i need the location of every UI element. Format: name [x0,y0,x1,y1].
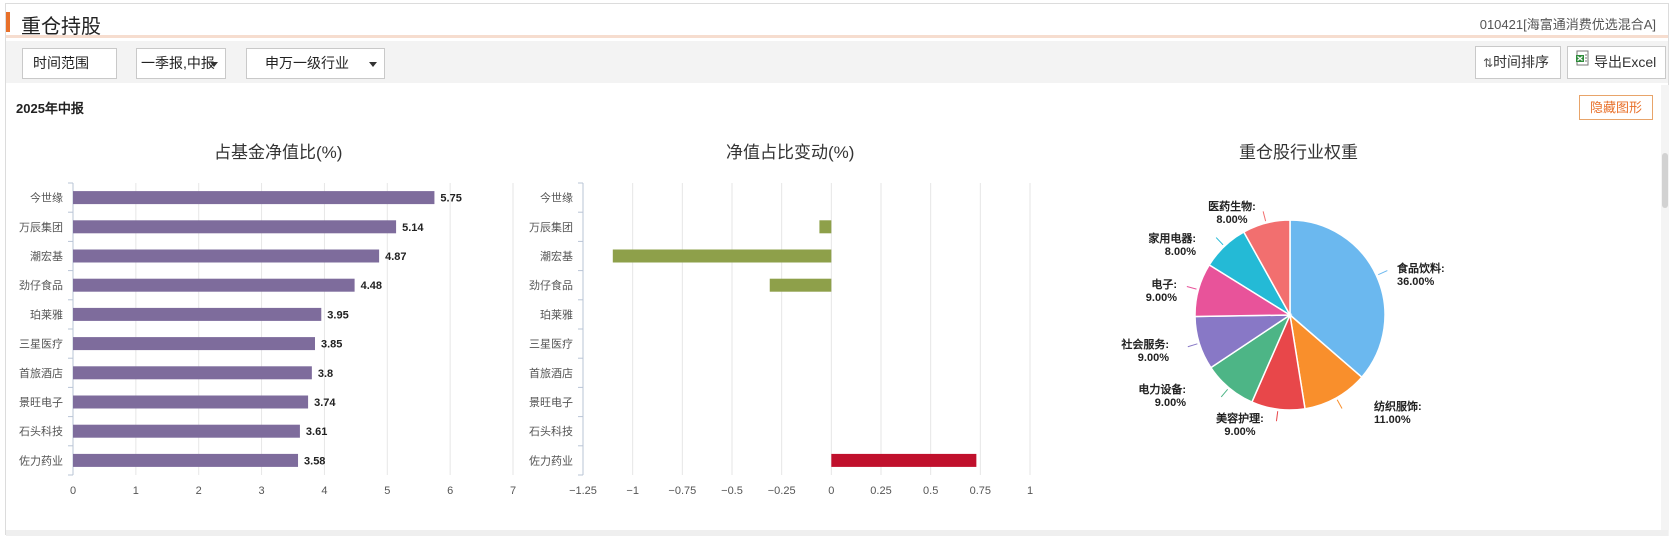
nav-ratio-bar [73,395,309,409]
nav-ratio-bar [73,191,435,205]
nav-ratio-xtick-label: 3 [259,485,265,497]
pie-slice-value: 9.00% [1146,292,1177,304]
nav-change-category-label: 今世缘 [540,191,573,205]
nav-change-xtick-label: 0.25 [870,485,891,497]
pie-leader-line [1262,211,1267,222]
nav-ratio-value-label: 5.14 [402,222,424,234]
pie-slice-value: 9.00% [1138,352,1169,364]
nav-change-bar [831,453,977,467]
nav-ratio-value-label: 3.85 [321,339,342,351]
nav-change-xtick-label: −1.25 [569,485,597,497]
nav-ratio-category-label: 三星医疗 [19,337,63,351]
nav-ratio-bar [73,307,322,321]
nav-ratio-xtick-label: 4 [321,485,327,497]
nav-ratio-bar [73,249,380,263]
nav-change-xtick-label: 0.75 [970,485,991,497]
nav-change-category-label: 珀莱雅 [540,307,573,321]
pie-slice-value: 8.00% [1216,214,1247,226]
pie-leader-line [1275,411,1279,422]
nav-ratio-xtick-label: 0 [70,485,76,497]
charts-canvas: 0 1 2 3 4 5 6 7 今世缘 5.75 万辰集团 5.14 潮宏基 4.87 劲仔食品 4.48 珀莱… [19,182,1445,497]
nav-change-xtick-label: 1 [1027,485,1033,497]
pie-slice-label: 社会服务: [1120,337,1169,351]
nav-change-category-label: 潮宏基 [540,249,573,263]
pie-slice-label: 电力设备: [1138,382,1186,396]
nav-ratio-category-label: 佐力药业 [19,453,63,467]
nav-change-xtick-label: 0 [828,485,834,497]
nav-ratio-category-label: 万辰集团 [19,220,63,234]
nav-ratio-value-label: 3.8 [318,368,333,380]
nav-ratio-value-label: 5.75 [440,193,461,205]
nav-ratio-xtick-label: 7 [510,485,516,497]
pie-leader-line [1220,388,1229,398]
nav-change-bar [769,278,832,292]
nav-change-xtick-label: −1 [626,485,639,497]
pie-slice-value: 9.00% [1155,397,1186,409]
nav-change-xtick-label: −0.25 [768,485,796,497]
pie-slice-value: 9.00% [1224,426,1255,438]
pie-slice-label: 食品饮料: [1397,261,1445,275]
nav-ratio-category-label: 今世缘 [30,191,63,205]
nav-ratio-category-label: 珀莱雅 [30,307,63,321]
nav-change-category-label: 三星医疗 [529,337,573,351]
pie-leader-line [1187,343,1198,348]
nav-ratio-xtick-label: 5 [384,485,390,497]
nav-change-bar [612,249,832,263]
nav-ratio-value-label: 3.61 [306,426,327,438]
nav-ratio-value-label: 3.95 [327,309,348,321]
nav-change-category-label: 首旅酒店 [529,366,573,380]
pie-leader-line [1215,237,1224,246]
pie-leader-line [1378,270,1388,276]
pie-slice-label: 纺织服饰: [1374,399,1422,413]
nav-ratio-bar [73,278,355,292]
nav-ratio-xtick-label: 1 [133,485,139,497]
pie-leader-line [1336,399,1343,409]
nav-change-category-label: 劲仔食品 [529,278,573,292]
pie-slice-label: 医药生物: [1208,199,1256,213]
nav-change-category-label: 景旺电子 [529,396,573,409]
nav-ratio-bar [73,424,300,438]
nav-ratio-value-label: 4.87 [385,251,406,263]
nav-ratio-value-label: 3.58 [304,455,325,467]
nav-ratio-category-label: 景旺电子 [19,396,63,409]
nav-change-xtick-label: −0.5 [721,485,743,497]
nav-ratio-bar [73,453,299,467]
nav-ratio-bar [73,366,312,380]
pie-leader-line [1186,286,1197,290]
nav-ratio-xtick-label: 2 [196,485,202,497]
nav-ratio-xtick-label: 6 [447,485,453,497]
nav-change-xtick-label: 0.5 [923,485,938,497]
nav-change-category-label: 万辰集团 [529,220,573,234]
nav-ratio-category-label: 潮宏基 [30,249,63,263]
nav-ratio-category-label: 劲仔食品 [19,278,63,292]
nav-ratio-value-label: 4.48 [361,280,382,292]
pie-slice-value: 11.00% [1374,414,1411,426]
nav-ratio-category-label: 石头科技 [19,424,63,438]
pie-slice-label: 家用电器: [1148,231,1196,245]
nav-change-xtick-label: −0.75 [668,485,696,497]
nav-ratio-value-label: 3.74 [314,397,336,409]
pie-slice-value: 36.00% [1397,276,1435,288]
nav-ratio-bar [73,220,397,234]
nav-change-bar [819,220,832,234]
pie-slice-value: 8.00% [1165,246,1196,258]
nav-change-category-label: 石头科技 [529,424,573,438]
nav-change-category-label: 佐力药业 [529,453,573,467]
pie-slice-label: 美容护理: [1216,411,1264,425]
pie-slice-label: 电子: [1151,277,1177,291]
nav-ratio-category-label: 首旅酒店 [19,366,63,380]
nav-ratio-bar [73,337,315,351]
